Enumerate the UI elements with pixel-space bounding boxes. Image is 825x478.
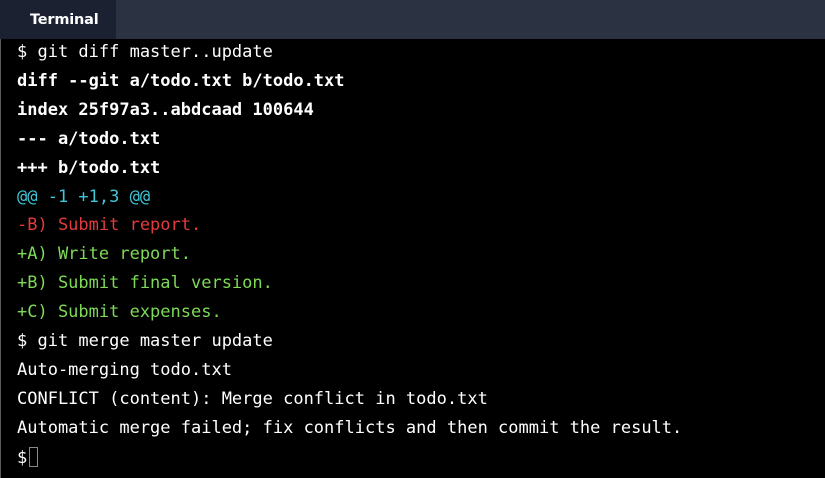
terminal-line: CONFLICT (content): Merge conflict in to…	[17, 388, 488, 409]
terminal-line: Automatic merge failed; fix conflicts an…	[17, 417, 683, 438]
tab-terminal[interactable]: Terminal	[0, 0, 116, 39]
terminal-output[interactable]: $ git diff master..update diff --git a/to…	[0, 39, 825, 478]
terminal-window: Terminal $ git diff master..update diff -…	[0, 0, 825, 478]
tab-bar: Terminal	[0, 0, 825, 39]
terminal-line: diff --git a/todo.txt b/todo.txt	[17, 70, 345, 91]
prompt-symbol: $	[17, 447, 28, 468]
terminal-line: +++ b/todo.txt	[17, 157, 161, 178]
terminal-line: Auto-merging todo.txt	[17, 359, 232, 380]
text-cursor	[29, 446, 39, 467]
terminal-line: -B) Submit report.	[17, 215, 202, 236]
terminal-line: +C) Submit expenses.	[17, 302, 222, 323]
terminal-line: $ git diff master..update	[17, 42, 273, 62]
terminal-line: $ git merge master update	[17, 331, 273, 351]
terminal-line: +A) Write report.	[17, 244, 191, 265]
terminal-line: index 25f97a3..abdcaad 100644	[17, 99, 314, 120]
terminal-prompt-line[interactable]: $	[17, 446, 39, 468]
terminal-line: --- a/todo.txt	[17, 128, 161, 149]
terminal-line: +B) Submit final version.	[17, 273, 273, 294]
terminal-line: @@ -1 +1,3 @@	[17, 186, 151, 207]
